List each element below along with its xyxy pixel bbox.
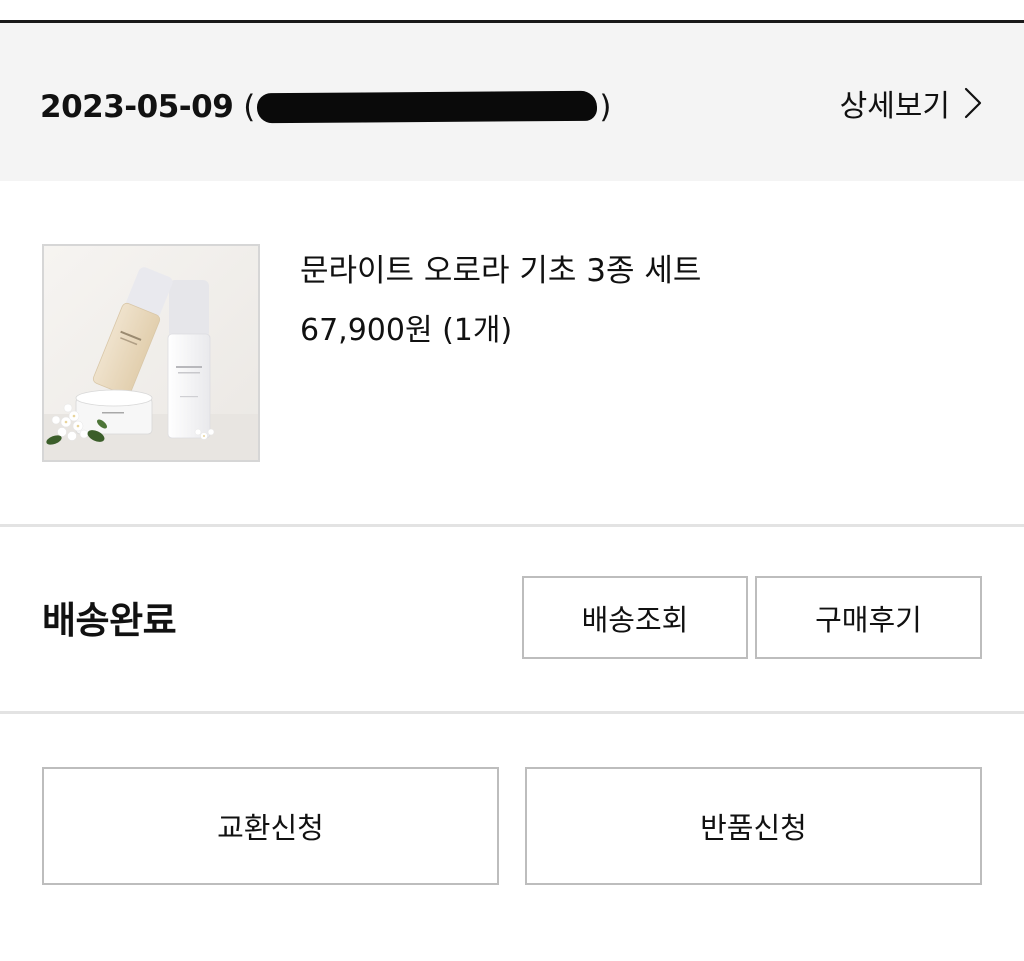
- product-price: 67,900원 (1개): [300, 313, 513, 348]
- track-shipment-button[interactable]: 배송조회: [522, 576, 748, 659]
- product-thumbnail[interactable]: [42, 244, 260, 462]
- return-request-button[interactable]: 반품신청: [525, 767, 982, 885]
- order-date-line: 2023-05-09 ( ): [40, 87, 612, 127]
- order-number-open-paren: (: [243, 89, 256, 125]
- order-number-close-paren: ): [599, 89, 612, 125]
- divider: [0, 711, 1024, 714]
- divider: [0, 524, 1024, 527]
- order-header: 2023-05-09 ( ) 상세보기: [0, 23, 1024, 181]
- delivery-status: 배송완료: [42, 599, 177, 642]
- redacted-order-number: [257, 90, 598, 124]
- exchange-request-button[interactable]: 교환신청: [42, 767, 499, 885]
- chevron-right-icon: [964, 87, 982, 119]
- order-number: ( ): [243, 89, 611, 125]
- product-item: 문라이트 오로라 기초 3종 세트 67,900원 (1개): [0, 181, 1024, 525]
- write-review-button[interactable]: 구매후기: [755, 576, 982, 659]
- view-details-label: 상세보기: [839, 89, 950, 124]
- product-name[interactable]: 문라이트 오로라 기초 3종 세트: [300, 245, 701, 290]
- view-details-link[interactable]: 상세보기: [840, 81, 982, 125]
- order-date: 2023-05-09: [40, 89, 234, 125]
